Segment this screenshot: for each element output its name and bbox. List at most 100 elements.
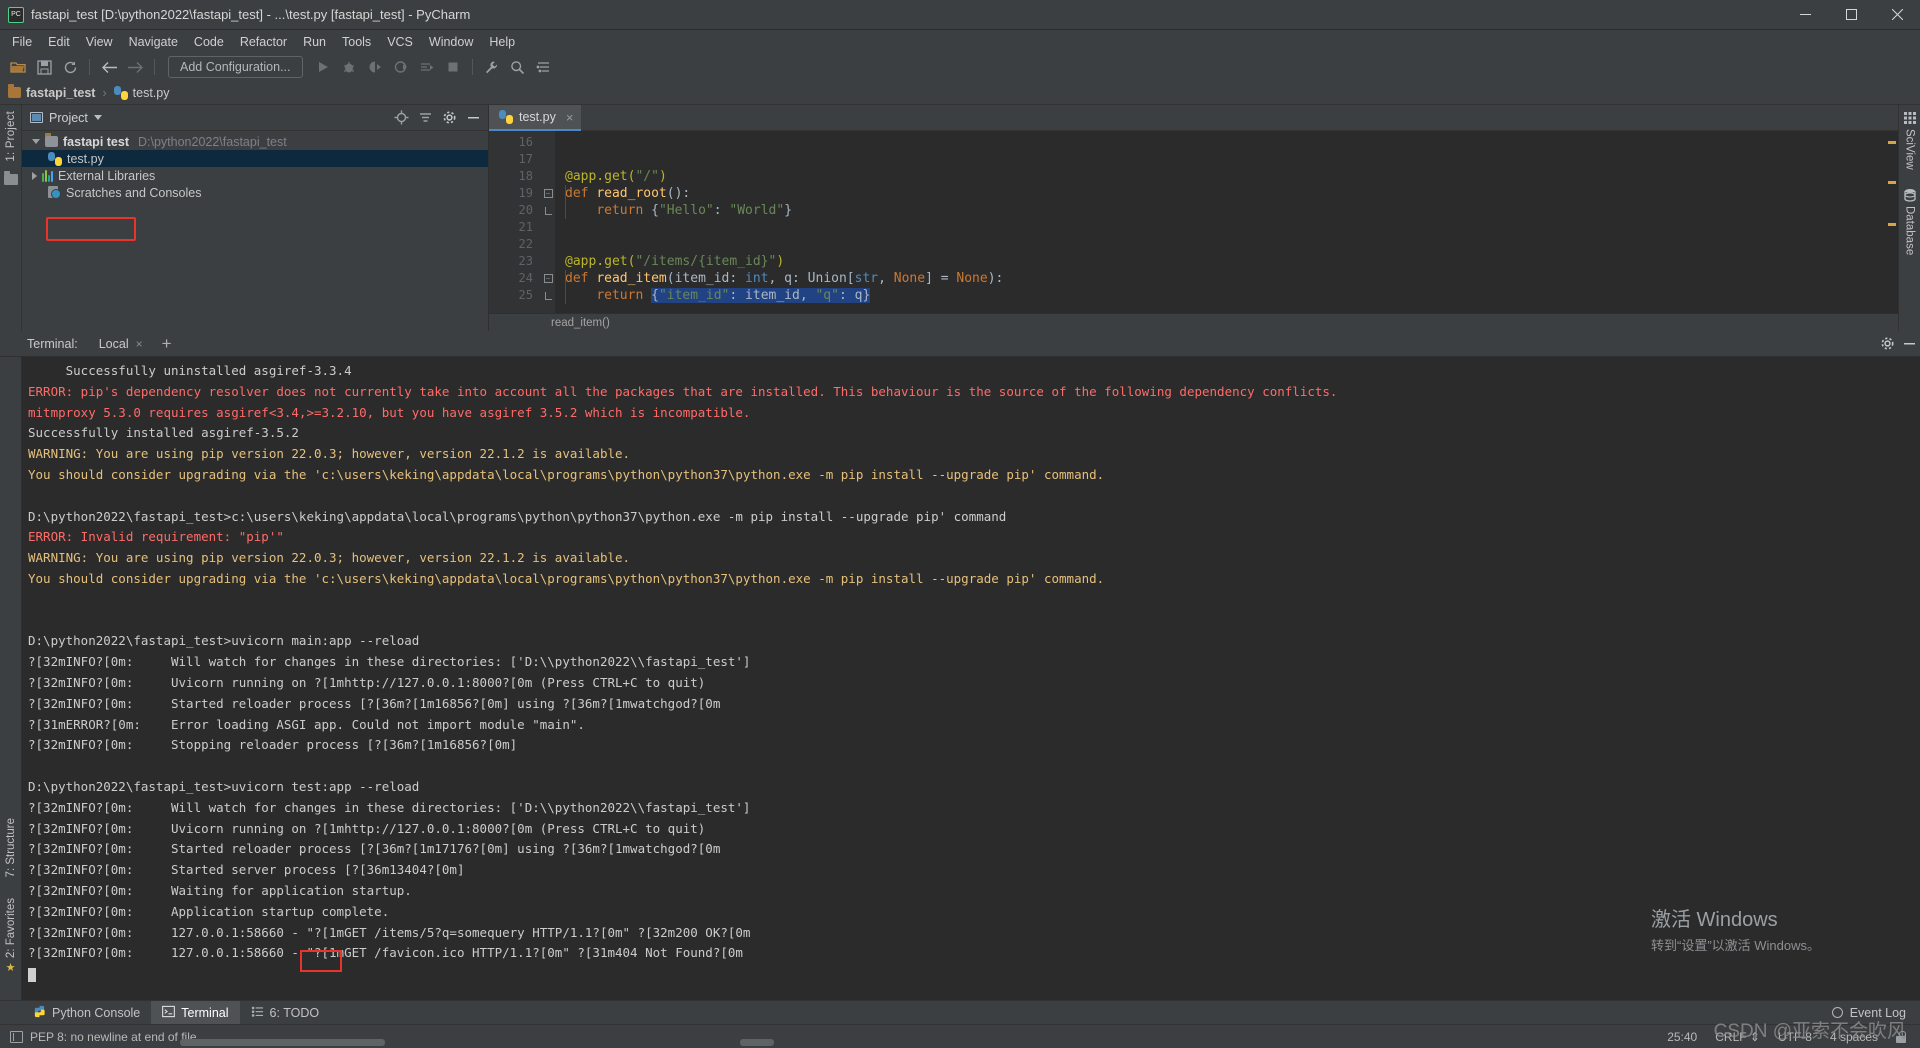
code-folding-gutter[interactable]: − −	[541, 131, 555, 331]
menu-view[interactable]: View	[78, 33, 121, 51]
new-terminal-tab-button[interactable]: +	[162, 335, 172, 352]
line-number-gutter: 16 17 18 19 20 21 22 23 24 25	[489, 131, 541, 331]
terminal-line: ?[32mINFO?[0m: 127.0.0.1:58660 - "?[1mGE…	[28, 924, 751, 940]
tool-button-terminal[interactable]: Terminal	[151, 1000, 240, 1025]
event-log-button[interactable]: Event Log	[1831, 1006, 1920, 1020]
close-icon[interactable]: ×	[566, 110, 574, 125]
chevron-right-icon[interactable]	[32, 171, 37, 180]
open-folder-icon[interactable]	[6, 55, 30, 79]
star-icon: ★	[5, 962, 16, 974]
terminal-output[interactable]: Successfully uninstalled asgiref-3.3.4 E…	[22, 357, 1920, 1000]
run-coverage-icon[interactable]	[363, 55, 387, 79]
menu-vcs[interactable]: VCS	[379, 33, 421, 51]
rail-favorites[interactable]: 2: Favorites ★	[5, 898, 17, 974]
warning-stripe[interactable]	[1888, 223, 1896, 226]
menu-tools[interactable]: Tools	[334, 33, 379, 51]
file-encoding[interactable]: UTF-8	[1778, 1030, 1812, 1044]
menu-code[interactable]: Code	[186, 33, 232, 51]
chevron-down-icon[interactable]	[93, 115, 102, 120]
tree-node-project-root[interactable]: fastapi test D:\python2022\fastapi_test	[22, 133, 488, 150]
menu-help[interactable]: Help	[481, 33, 523, 51]
terminal-tab-label: Local	[98, 336, 129, 351]
code-text-area[interactable]: @app.get("/") def read_root(): return {"…	[555, 131, 1886, 331]
hide-panel-icon[interactable]	[1898, 333, 1920, 355]
close-icon[interactable]: ×	[136, 337, 143, 351]
minimize-button[interactable]	[1782, 0, 1828, 30]
caret-position[interactable]: 25:40	[1667, 1030, 1697, 1044]
menu-window[interactable]: Window	[421, 33, 481, 51]
line-separator[interactable]: CRLF ⇕	[1715, 1030, 1760, 1044]
gear-icon[interactable]	[1876, 333, 1898, 355]
terminal-line: ?[32mINFO?[0m: Will watch for changes in…	[28, 799, 751, 815]
event-log-icon	[1831, 1007, 1843, 1018]
tool-button-todo[interactable]: 6: TODO	[240, 1001, 331, 1025]
python-file-icon	[499, 110, 513, 124]
structure-icon[interactable]	[532, 55, 556, 79]
sync-icon[interactable]	[58, 55, 82, 79]
warning-stripe[interactable]	[1888, 141, 1896, 144]
line-number: 25	[518, 288, 533, 302]
close-button[interactable]	[1874, 0, 1920, 30]
locate-target-icon[interactable]	[392, 109, 410, 127]
gear-icon[interactable]	[440, 109, 458, 127]
editor-tab-filler	[581, 105, 1898, 131]
indent-setting[interactable]: 4 spaces	[1830, 1030, 1878, 1044]
stop-icon[interactable]	[441, 55, 465, 79]
middle-area: 1: Project Project fastapi test D:\pytho…	[0, 105, 1920, 331]
rail-structure[interactable]: 7: Structure	[5, 818, 17, 877]
breadcrumb-file[interactable]: test.py	[113, 85, 169, 100]
collapse-all-icon[interactable]	[416, 109, 434, 127]
menu-run[interactable]: Run	[295, 33, 334, 51]
project-panel-title[interactable]: Project	[49, 111, 88, 125]
maximize-button[interactable]	[1828, 0, 1874, 30]
menu-refactor[interactable]: Refactor	[232, 33, 295, 51]
tree-node-scratches[interactable]: Scratches and Consoles	[22, 184, 488, 201]
terminal-line: mitmproxy 5.3.0 requires asgiref<3.4,>=3…	[28, 404, 751, 420]
fold-toggle-icon[interactable]: −	[543, 274, 553, 283]
debug-icon[interactable]	[337, 55, 361, 79]
menu-file[interactable]: File	[4, 33, 40, 51]
menu-bar: File Edit View Navigate Code Refactor Ru…	[0, 30, 1920, 53]
back-arrow-icon[interactable]	[97, 55, 121, 79]
line-number: 19	[518, 186, 533, 200]
code-editor[interactable]: 16 17 18 19 20 21 22 23 24 25 − − @app.g…	[489, 131, 1898, 331]
folder-rail-icon[interactable]	[3, 170, 18, 185]
chevron-down-icon[interactable]	[32, 139, 40, 144]
python-file-icon	[113, 85, 128, 100]
terminal-line: WARNING: You are using pip version 22.0.…	[28, 446, 631, 462]
editor-tab-bar: test.py ×	[489, 105, 1898, 131]
horizontal-scrollbar-thumb[interactable]	[740, 1039, 774, 1046]
indent-guide	[565, 270, 566, 304]
warning-stripe[interactable]	[1888, 181, 1896, 184]
breadcrumb-separator: ›	[102, 85, 107, 100]
forward-arrow-icon[interactable]	[123, 55, 147, 79]
profile-icon[interactable]	[389, 55, 413, 79]
rail-database[interactable]: Database	[1903, 188, 1917, 255]
editor-breadcrumb-label[interactable]: read_item()	[551, 317, 610, 329]
save-icon[interactable]	[32, 55, 56, 79]
tree-node-test-py[interactable]: test.py	[22, 150, 488, 167]
menu-navigate[interactable]: Navigate	[121, 33, 186, 51]
add-configuration-button[interactable]: Add Configuration...	[168, 56, 303, 78]
terminal-tab-local[interactable]: Local ×	[92, 337, 150, 351]
rail-favorites-label: 2: Favorites	[4, 897, 17, 958]
lock-icon[interactable]	[1896, 1030, 1906, 1043]
hide-panel-icon[interactable]	[464, 109, 482, 127]
tool-button-python-console[interactable]: Python Console	[22, 1001, 151, 1025]
run-icon[interactable]	[311, 55, 335, 79]
rail-sciview[interactable]: SciView	[1903, 111, 1917, 170]
tree-node-external-libraries[interactable]: External Libraries	[22, 167, 488, 184]
fold-toggle-icon[interactable]: −	[543, 189, 553, 198]
editor-tab-test-py[interactable]: test.py ×	[489, 105, 582, 131]
horizontal-scrollbar[interactable]	[180, 1039, 385, 1046]
menu-edit[interactable]: Edit	[40, 33, 78, 51]
breadcrumb-project[interactable]: fastapi_test	[8, 84, 95, 100]
run-with-console-icon[interactable]	[415, 55, 439, 79]
editor-scrollbar[interactable]	[1886, 131, 1898, 331]
inspection-icon[interactable]	[10, 1030, 23, 1043]
settings-wrench-icon[interactable]	[480, 55, 504, 79]
search-icon[interactable]	[506, 55, 530, 79]
rail-project-label[interactable]: 1: Project	[5, 111, 17, 162]
